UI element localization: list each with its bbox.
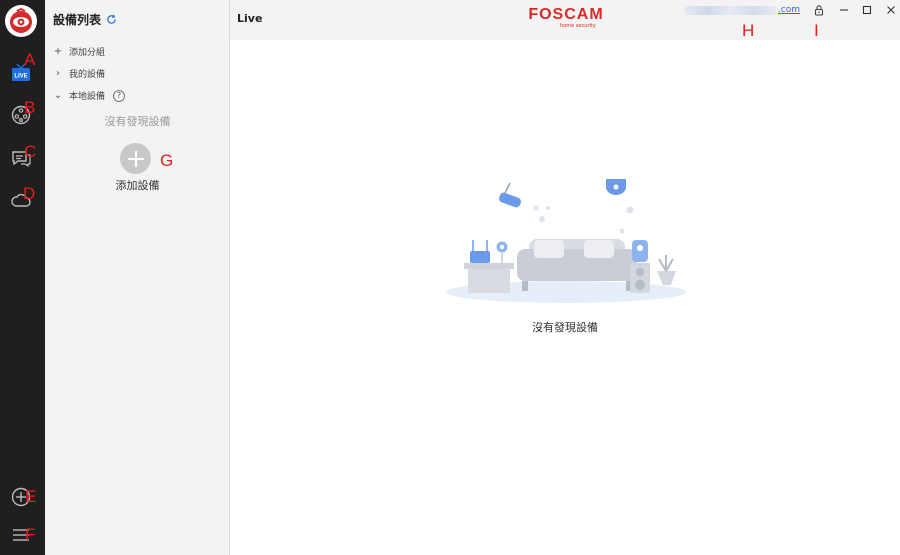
close-button[interactable] <box>883 2 899 18</box>
lock-icon <box>814 5 824 16</box>
chevron-down-icon: ⌄ <box>53 90 63 101</box>
panel-empty-message: 沒有發現設備 <box>104 115 171 128</box>
annotation-marker-b: B <box>24 98 36 117</box>
device-list-header: 設備列表 <box>53 11 117 28</box>
annotation-marker-a: A <box>24 50 36 69</box>
local-devices-label: 本地設備 <box>69 92 106 102</box>
page-title: Live <box>237 12 263 25</box>
add-group-button[interactable]: + 添加分組 <box>53 45 105 58</box>
add-device-label[interactable]: 添加設備 <box>45 177 230 193</box>
annotation-marker-h: H <box>742 21 755 40</box>
top-bar: Live FOSCAM home security .com <box>230 0 900 40</box>
tree-item-local-devices[interactable]: ⌄ 本地設備 ? <box>53 89 126 102</box>
annotation-marker-g: G <box>160 151 174 170</box>
svg-text:LIVE: LIVE <box>14 74 27 80</box>
account-email-link[interactable]: .com <box>685 4 800 16</box>
annotation-marker-i: I <box>814 21 819 40</box>
brand-name: FOSCAM <box>528 6 604 23</box>
maximize-icon <box>862 5 872 15</box>
no-device-illustration <box>446 179 686 303</box>
annotation-marker-d: D <box>23 184 36 203</box>
brand-tagline: home security <box>560 23 596 29</box>
plus-icon: + <box>53 46 63 57</box>
main-empty-message: 沒有發現設備 <box>532 321 598 334</box>
lock-button[interactable] <box>811 2 827 18</box>
refresh-icon[interactable] <box>106 14 117 25</box>
device-list-panel: 設備列表 + 添加分組 › 我的設備 ⌄ 本地設備 ? 沒有發現設備 添加設備 <box>45 0 230 555</box>
add-group-label: 添加分組 <box>69 48 106 58</box>
add-device-button[interactable] <box>120 143 151 174</box>
annotation-marker-c: C <box>24 142 37 161</box>
foscam-brand-logo: FOSCAM home security <box>520 7 612 30</box>
left-navigation-rail: LIVE <box>0 0 45 555</box>
plus-icon <box>127 150 144 167</box>
annotation-marker-e: E <box>25 487 37 506</box>
annotation-marker-f: F <box>25 525 36 544</box>
minimize-button[interactable] <box>836 2 852 18</box>
help-icon[interactable]: ? <box>113 89 126 102</box>
foscam-logo-icon[interactable] <box>5 5 37 37</box>
my-devices-label: 我的設備 <box>69 70 106 80</box>
device-list-title: 設備列表 <box>53 13 102 27</box>
close-icon <box>887 6 895 14</box>
minimize-icon <box>840 9 848 11</box>
blurred-account-name <box>685 5 776 15</box>
account-domain: .com <box>777 5 800 15</box>
chevron-right-icon: › <box>56 68 60 79</box>
tree-item-my-devices[interactable]: › 我的設備 <box>53 67 105 80</box>
maximize-button[interactable] <box>859 2 875 18</box>
